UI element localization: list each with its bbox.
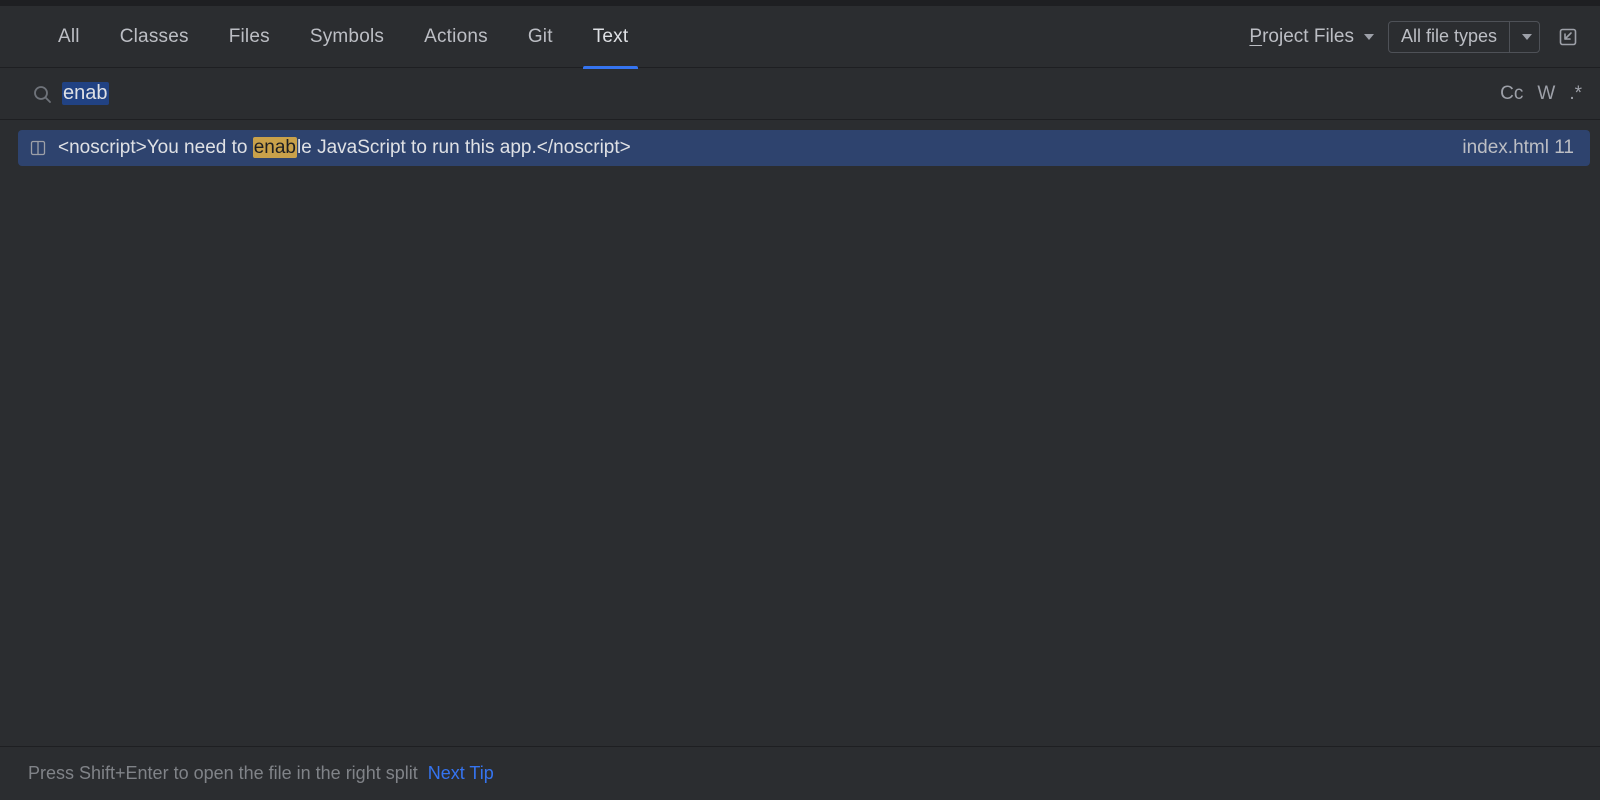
tab-git[interactable]: Git <box>508 6 573 68</box>
next-tip-link[interactable]: Next Tip <box>428 763 494 784</box>
search-input[interactable]: enab <box>62 82 109 105</box>
regex-toggle[interactable]: .* <box>1569 83 1582 105</box>
search-row: enab Cc W .* <box>0 68 1600 120</box>
snippet-pre: <noscript>You need to <box>58 137 253 158</box>
hint-text: Press Shift+Enter to open the file in th… <box>28 763 418 784</box>
open-in-find-tool-button[interactable] <box>1554 23 1582 51</box>
result-location: index.html 11 <box>1462 137 1574 159</box>
result-file: index.html <box>1462 137 1549 158</box>
filetypes-label: All file types <box>1389 22 1509 52</box>
hint-bar: Press Shift+Enter to open the file in th… <box>0 746 1600 800</box>
result-line: 11 <box>1554 137 1574 158</box>
filetypes-dropdown[interactable]: All file types <box>1388 21 1540 53</box>
tabs: All Classes Files Symbols Actions Git Te… <box>38 6 648 68</box>
scope-mnemonic: P <box>1249 26 1262 47</box>
result-snippet: <noscript>You need to enable JavaScript … <box>58 137 631 159</box>
chevron-down-icon <box>1364 34 1374 40</box>
result-row[interactable]: <noscript>You need to enable JavaScript … <box>18 130 1590 166</box>
results-list: <noscript>You need to enable JavaScript … <box>0 120 1600 746</box>
chevron-down-icon <box>1522 34 1532 40</box>
tab-classes[interactable]: Classes <box>100 6 209 68</box>
snippet-post: le JavaScript to run this app.</noscript… <box>297 137 631 158</box>
match-case-toggle[interactable]: Cc <box>1500 83 1523 105</box>
search-icon <box>32 84 52 104</box>
tab-symbols[interactable]: Symbols <box>290 6 404 68</box>
tab-text[interactable]: Text <box>573 6 649 68</box>
filetypes-chevron[interactable] <box>1509 22 1539 52</box>
tab-strip: All Classes Files Symbols Actions Git Te… <box>0 6 1600 68</box>
tab-actions[interactable]: Actions <box>404 6 508 68</box>
snippet-match: enab <box>253 137 297 158</box>
search-options: Cc W .* <box>1500 83 1582 105</box>
whole-words-toggle[interactable]: W <box>1537 83 1555 105</box>
scope-label-rest: roject Files <box>1262 26 1354 47</box>
search-everywhere-popup: All Classes Files Symbols Actions Git Te… <box>0 0 1600 800</box>
text-file-icon <box>28 138 48 158</box>
tab-all[interactable]: All <box>38 6 100 68</box>
open-in-tool-icon <box>1558 27 1578 47</box>
scope-dropdown[interactable]: Project Files <box>1249 26 1388 48</box>
tab-files[interactable]: Files <box>209 6 290 68</box>
